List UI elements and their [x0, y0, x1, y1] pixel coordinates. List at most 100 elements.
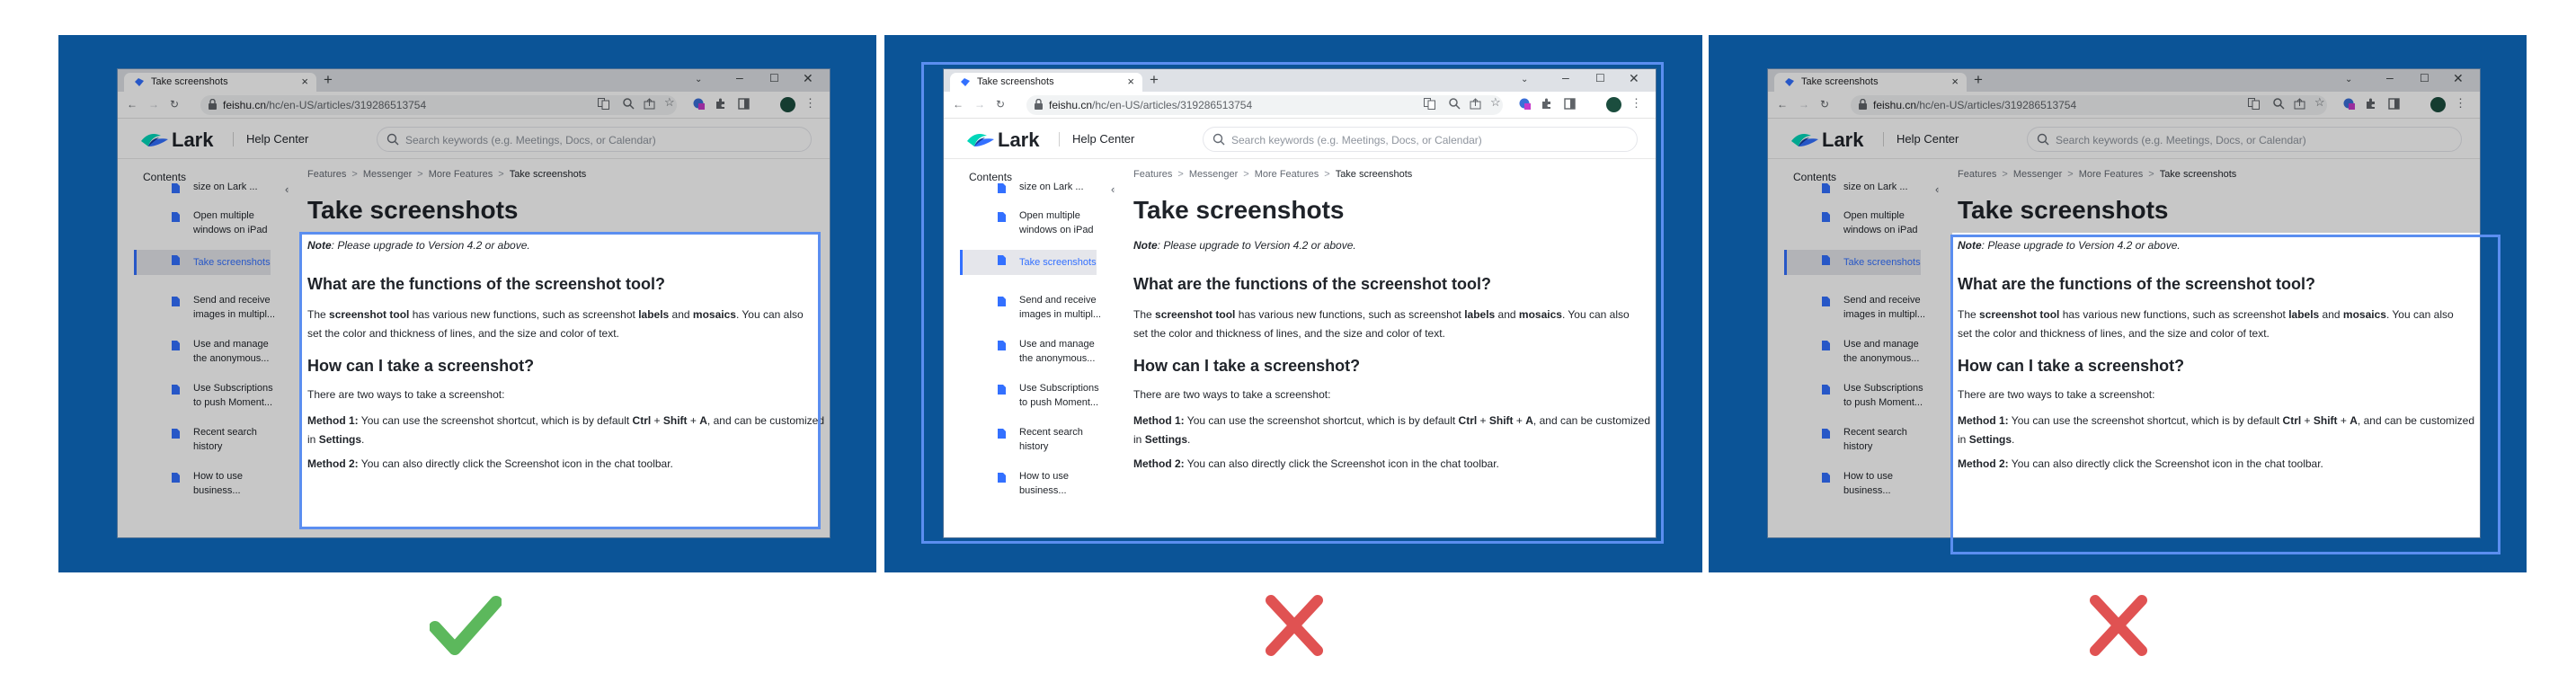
extension-badge-icon[interactable] [2343, 98, 2355, 110]
bookmark-star-icon[interactable]: ☆ [2314, 95, 2326, 109]
sidebar-item[interactable]: Use and manage the anonymous... [1784, 335, 1921, 376]
zoom-icon[interactable] [2273, 98, 2285, 110]
minimize-icon[interactable]: – [736, 70, 743, 84]
back-icon[interactable]: ← [1777, 98, 1788, 111]
close-window-icon[interactable]: ✕ [1629, 71, 1639, 86]
browser-tab[interactable]: Take screenshots × [950, 73, 1142, 92]
side-panel-icon[interactable] [738, 98, 750, 110]
help-center-link[interactable]: Help Center [1072, 132, 1134, 146]
breadcrumb-link[interactable]: Features [1133, 169, 1172, 180]
browser-tab[interactable]: Take screenshots × [124, 73, 316, 92]
help-center-link[interactable]: Help Center [246, 132, 308, 146]
sidebar-item[interactable]: Send and receive images in multipl... [134, 291, 274, 332]
profile-avatar[interactable] [780, 97, 795, 112]
sidebar-item[interactable]: Recent search history [1784, 423, 1921, 464]
tab-search-chevron-icon[interactable]: ⌄ [2345, 75, 2352, 84]
maximize-icon[interactable]: ☐ [769, 72, 779, 84]
lark-logo-icon[interactable] [965, 130, 996, 148]
breadcrumb-link[interactable]: More Features [429, 169, 493, 180]
extensions-puzzle-icon[interactable] [715, 98, 726, 110]
close-tab-icon[interactable]: × [301, 75, 308, 88]
extensions-puzzle-icon[interactable] [1541, 98, 1552, 110]
sidebar-item[interactable]: Recent search history [134, 423, 271, 464]
collapse-sidebar-icon[interactable]: « [1935, 182, 1939, 196]
logo-text[interactable]: Lark [998, 129, 1039, 152]
tab-search-chevron-icon[interactable]: ⌄ [1521, 75, 1528, 84]
maximize-icon[interactable]: ☐ [1595, 72, 1605, 84]
reload-icon[interactable]: ↻ [1820, 98, 1829, 111]
logo-text[interactable]: Lark [1822, 129, 1863, 152]
reload-icon[interactable]: ↻ [170, 98, 179, 111]
sidebar-item[interactable]: Open multiple windows on iPad [960, 207, 1097, 247]
more-menu-icon[interactable]: ⋮ [1630, 96, 1642, 111]
search-input[interactable]: Search keywords (e.g. Meetings, Docs, or… [2027, 127, 2462, 152]
search-input[interactable]: Search keywords (e.g. Meetings, Docs, or… [377, 127, 812, 152]
collapse-sidebar-icon[interactable]: « [285, 182, 289, 196]
bookmark-star-icon[interactable]: ☆ [1490, 95, 1502, 109]
browser-tab[interactable]: Take screenshots × [1774, 73, 1967, 92]
sidebar-item[interactable]: size on Lark ... [1784, 182, 1921, 203]
sidebar-item[interactable]: Send and receive images in multipl... [960, 291, 1100, 332]
extension-badge-icon[interactable] [1519, 98, 1531, 110]
bookmark-star-icon[interactable]: ☆ [664, 95, 676, 109]
back-icon[interactable]: ← [953, 98, 964, 111]
maximize-icon[interactable]: ☐ [2420, 72, 2429, 84]
extensions-puzzle-icon[interactable] [2365, 98, 2376, 110]
reload-icon[interactable]: ↻ [996, 98, 1005, 111]
lark-logo-icon[interactable] [1790, 130, 1820, 148]
sidebar-item[interactable]: How to use business... [1784, 467, 1921, 508]
minimize-icon[interactable]: – [2386, 70, 2394, 84]
close-tab-icon[interactable]: × [1951, 75, 1959, 88]
breadcrumb-link[interactable]: Messenger [2013, 169, 2062, 180]
translate-icon[interactable] [598, 98, 609, 110]
sidebar-item-active[interactable]: Take screenshots [134, 250, 271, 275]
close-tab-icon[interactable]: × [1127, 75, 1134, 88]
translate-icon[interactable] [2248, 98, 2260, 110]
search-input[interactable]: Search keywords (e.g. Meetings, Docs, or… [1203, 127, 1638, 152]
more-menu-icon[interactable]: ⋮ [804, 96, 816, 111]
back-icon[interactable]: ← [127, 98, 138, 111]
translate-icon[interactable] [1424, 98, 1435, 110]
sidebar-item[interactable]: Use and manage the anonymous... [134, 335, 271, 376]
help-center-link[interactable]: Help Center [1896, 132, 1959, 146]
sidebar-item-active[interactable]: Take screenshots [1784, 250, 1921, 275]
share-icon[interactable] [644, 98, 655, 110]
close-window-icon[interactable]: ✕ [2453, 71, 2464, 86]
new-tab-button[interactable]: + [324, 71, 333, 89]
breadcrumb-link[interactable]: More Features [2079, 169, 2144, 180]
zoom-icon[interactable] [1449, 98, 1461, 110]
logo-text[interactable]: Lark [172, 129, 213, 152]
sidebar-item[interactable]: size on Lark ... [960, 182, 1097, 203]
breadcrumb-link[interactable]: Messenger [363, 169, 412, 180]
sidebar-item[interactable]: Use and manage the anonymous... [960, 335, 1097, 376]
zoom-icon[interactable] [623, 98, 635, 110]
breadcrumb-link[interactable]: Features [1958, 169, 1996, 180]
side-panel-icon[interactable] [1564, 98, 1576, 110]
breadcrumb-link[interactable]: Messenger [1189, 169, 1238, 180]
new-tab-button[interactable]: + [1974, 71, 1983, 89]
side-panel-icon[interactable] [2388, 98, 2400, 110]
share-icon[interactable] [1470, 98, 1481, 110]
tab-search-chevron-icon[interactable]: ⌄ [695, 75, 702, 84]
forward-icon[interactable]: → [974, 98, 985, 111]
sidebar-item[interactable]: size on Lark ... [134, 182, 271, 203]
profile-avatar[interactable] [2430, 97, 2446, 112]
extension-badge-icon[interactable] [693, 98, 705, 110]
profile-avatar[interactable] [1606, 97, 1621, 112]
sidebar-item[interactable]: Use Subscriptions to push Moment... [960, 379, 1099, 420]
sidebar-item[interactable]: Use Subscriptions to push Moment... [134, 379, 273, 420]
sidebar-item[interactable]: Use Subscriptions to push Moment... [1784, 379, 1923, 420]
forward-icon[interactable]: → [148, 98, 159, 111]
breadcrumb-link[interactable]: Features [307, 169, 346, 180]
sidebar-item[interactable]: How to use business... [134, 467, 271, 508]
breadcrumb-link[interactable]: More Features [1255, 169, 1319, 180]
forward-icon[interactable]: → [1799, 98, 1809, 111]
sidebar-item[interactable]: Open multiple windows on iPad [1784, 207, 1921, 247]
share-icon[interactable] [2294, 98, 2305, 110]
close-window-icon[interactable]: ✕ [803, 71, 813, 86]
sidebar-item[interactable]: Open multiple windows on iPad [134, 207, 271, 247]
new-tab-button[interactable]: + [1150, 71, 1159, 89]
sidebar-item[interactable]: Send and receive images in multipl... [1784, 291, 1924, 332]
more-menu-icon[interactable]: ⋮ [2455, 96, 2466, 111]
collapse-sidebar-icon[interactable]: « [1111, 182, 1115, 196]
